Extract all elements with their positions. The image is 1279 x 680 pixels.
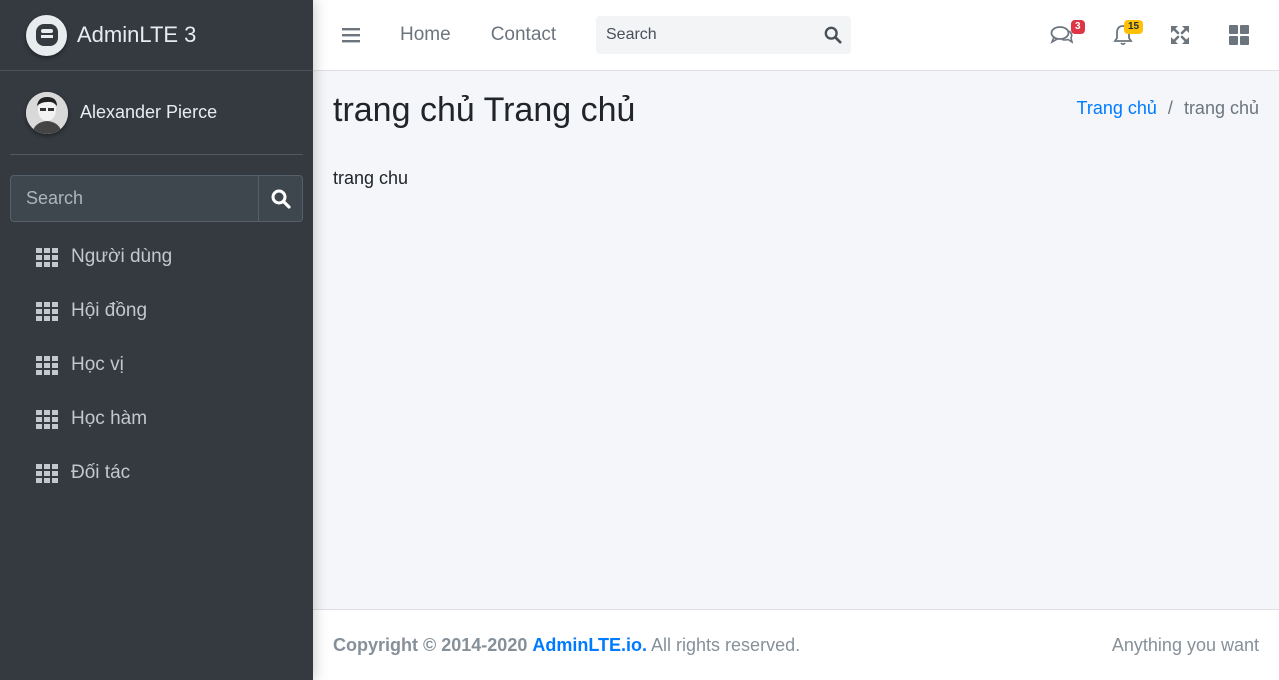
grid-icon <box>36 247 58 267</box>
expand-arrows-icon <box>1171 26 1189 44</box>
nav-link-contact[interactable]: Contact <box>491 24 556 46</box>
messages-badge: 3 <box>1071 20 1085 34</box>
grid-icon <box>36 463 58 483</box>
sidebar-menu: Người dùng Hội đồng Học vị Học hàm Đối t… <box>0 230 313 500</box>
navbar-search-input[interactable] <box>596 26 815 44</box>
sidebar-item-doi-tac[interactable]: Đối tác <box>0 446 313 500</box>
top-navbar: Home Contact 3 15 <box>313 0 1279 71</box>
notifications-button[interactable]: 15 <box>1110 20 1144 48</box>
brand-link[interactable]: AdminLTE 3 <box>0 0 313 71</box>
control-sidebar-button[interactable] <box>1226 22 1252 48</box>
footer-right-text: Anything you want <box>1111 634 1259 655</box>
content-wrapper: trang chủ Trang chủ Trang chủ / trang ch… <box>313 71 1279 609</box>
brand-text: AdminLTE 3 <box>77 22 197 47</box>
breadcrumb-current: trang chủ <box>1183 98 1259 118</box>
search-icon <box>271 189 291 209</box>
sidebar-item-hoc-ham[interactable]: Học hàm <box>0 392 313 446</box>
sidebar-search-input[interactable] <box>11 176 258 221</box>
user-name[interactable]: Alexander Pierce <box>80 102 217 123</box>
sidebar-item-label: Hội đồng <box>71 300 148 321</box>
sidebar-item-label: Học vị <box>71 354 124 375</box>
menu-toggle-button[interactable] <box>341 25 361 45</box>
th-large-icon <box>1229 25 1249 45</box>
search-icon <box>824 26 842 44</box>
sidebar-item-label: Đối tác <box>71 462 131 483</box>
footer-brand-link[interactable]: AdminLTE.io. <box>532 635 647 655</box>
grid-icon <box>36 409 58 429</box>
fullscreen-button[interactable] <box>1167 22 1193 48</box>
main-sidebar: AdminLTE 3 Alexander Pierce Ngườ <box>0 0 313 680</box>
navbar-search-button[interactable] <box>815 26 851 44</box>
breadcrumb-separator: / <box>1167 98 1173 118</box>
hamburger-icon <box>342 28 360 43</box>
footer-copyright: Copyright © 2014-2020 AdminLTE.io. All r… <box>333 635 800 656</box>
grid-icon <box>36 301 58 321</box>
sidebar-search-button[interactable] <box>258 176 302 221</box>
grid-icon <box>36 355 58 375</box>
sidebar-search <box>10 175 303 222</box>
sidebar-item-hoi-dong[interactable]: Hội đồng <box>0 284 313 338</box>
sidebar-item-label: Học hàm <box>71 408 148 429</box>
page-title: trang chủ Trang chủ <box>333 91 636 129</box>
user-panel[interactable]: Alexander Pierce <box>10 71 303 155</box>
brand-logo-icon <box>26 14 67 56</box>
navbar-search <box>596 16 851 54</box>
content-text: trang chu <box>333 168 409 188</box>
main-footer: Copyright © 2014-2020 AdminLTE.io. All r… <box>313 609 1279 680</box>
notifications-badge: 15 <box>1124 20 1144 34</box>
breadcrumb: Trang chủ / trang chủ <box>1077 98 1259 119</box>
rights-text: All rights reserved. <box>651 634 801 655</box>
sidebar-item-nguoi-dung[interactable]: Người dùng <box>0 230 313 284</box>
sidebar-item-label: Người dùng <box>71 246 173 267</box>
nav-link-home[interactable]: Home <box>400 24 451 46</box>
sidebar-item-hoc-vi[interactable]: Học vị <box>0 338 313 392</box>
copyright-text: Copyright © 2014-2020 <box>333 634 528 655</box>
messages-button[interactable]: 3 <box>1049 20 1085 48</box>
breadcrumb-home-link[interactable]: Trang chủ <box>1077 98 1157 119</box>
avatar <box>26 91 68 134</box>
